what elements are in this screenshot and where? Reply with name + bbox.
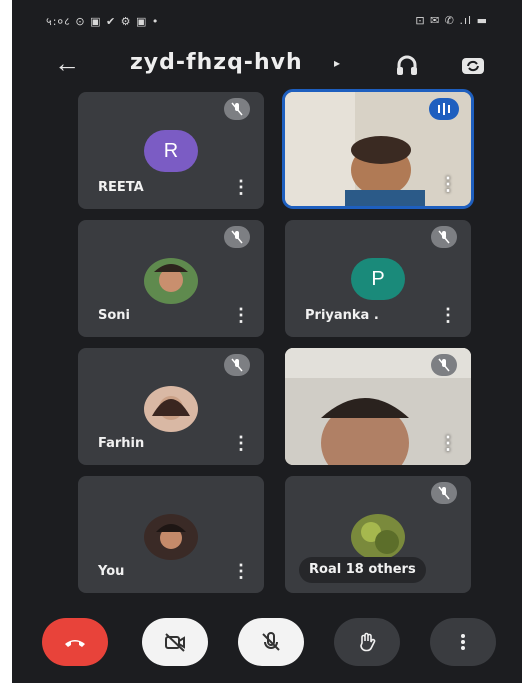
more-vert-icon[interactable]: ⋮ bbox=[439, 433, 457, 453]
participant-tile[interactable]: Soni ⋮ bbox=[78, 220, 264, 337]
mic-off-icon bbox=[224, 354, 250, 376]
participant-tile[interactable]: Farhin ⋮ bbox=[78, 348, 264, 465]
back-arrow-icon[interactable]: ← bbox=[52, 48, 82, 78]
more-vert-icon[interactable]: ⋮ bbox=[439, 174, 457, 194]
mic-off-icon bbox=[224, 226, 250, 248]
status-right: ⊡ ✉ ✆ .ıl ▬ bbox=[415, 14, 488, 27]
participant-tile[interactable]: R REETA ⋮ bbox=[78, 92, 264, 209]
switch-camera-icon[interactable] bbox=[458, 50, 488, 80]
meeting-code[interactable]: zyd-fhzq-hvh bbox=[130, 50, 303, 75]
more-vert-icon[interactable]: ⋮ bbox=[439, 305, 457, 325]
meeting-header: ← zyd-fhzq-hvh ▸ bbox=[12, 40, 522, 90]
phone-hangup-icon bbox=[65, 640, 85, 647]
more-vert-icon bbox=[461, 634, 465, 650]
phone-screen: ५:०८ ⊙ ▣ ✔ ⚙ ▣ • ⊡ ✉ ✆ .ıl ▬ ← zyd-fhzq-… bbox=[12, 0, 522, 683]
mic-off-icon bbox=[431, 482, 457, 504]
headphones-icon[interactable] bbox=[392, 50, 422, 80]
participant-video-tile[interactable]: ⋮ bbox=[282, 89, 474, 209]
participant-name: Soni bbox=[98, 308, 131, 323]
more-options-button[interactable] bbox=[430, 618, 496, 666]
avatar bbox=[144, 386, 198, 432]
raise-hand-button[interactable] bbox=[334, 618, 400, 666]
call-controls bbox=[12, 600, 522, 683]
avatar bbox=[144, 258, 198, 304]
caret-right-icon[interactable]: ▸ bbox=[334, 56, 340, 70]
speaking-indicator-icon bbox=[429, 98, 459, 120]
participant-tile[interactable]: Roal 18 others bbox=[285, 476, 471, 593]
participant-tile[interactable]: You ⋮ bbox=[78, 476, 264, 593]
avatar bbox=[144, 514, 198, 560]
participant-tile[interactable]: P Priyanka . ⋮ bbox=[285, 220, 471, 337]
more-vert-icon[interactable]: ⋮ bbox=[232, 305, 250, 325]
mic-off-icon bbox=[431, 226, 457, 248]
avatar: R bbox=[144, 130, 198, 172]
more-vert-icon[interactable]: ⋮ bbox=[232, 561, 250, 581]
more-vert-icon[interactable]: ⋮ bbox=[232, 433, 250, 453]
hand-icon bbox=[360, 632, 376, 652]
mic-off-icon bbox=[262, 632, 280, 651]
mic-off-icon bbox=[431, 354, 457, 376]
status-left: ५:०८ ⊙ ▣ ✔ ⚙ ▣ • bbox=[46, 15, 160, 28]
mic-off-icon bbox=[224, 98, 250, 120]
more-vert-icon[interactable]: ⋮ bbox=[232, 177, 250, 197]
avatar: P bbox=[351, 258, 405, 300]
participant-name: You bbox=[98, 564, 125, 579]
avatar bbox=[351, 514, 405, 560]
camera-off-icon bbox=[165, 633, 185, 652]
participant-name: REETA bbox=[98, 180, 144, 195]
mic-toggle-button[interactable] bbox=[238, 618, 304, 666]
status-bar: ५:०८ ⊙ ▣ ✔ ⚙ ▣ • ⊡ ✉ ✆ .ıl ▬ bbox=[12, 0, 522, 40]
end-call-button[interactable] bbox=[42, 618, 108, 666]
camera-toggle-button[interactable] bbox=[142, 618, 208, 666]
participant-video-tile[interactable]: ⋮ bbox=[285, 348, 471, 465]
others-count-pill[interactable]: Roal 18 others bbox=[299, 557, 426, 583]
participant-name: Priyanka . bbox=[305, 308, 379, 323]
participant-name: Farhin bbox=[98, 436, 145, 451]
